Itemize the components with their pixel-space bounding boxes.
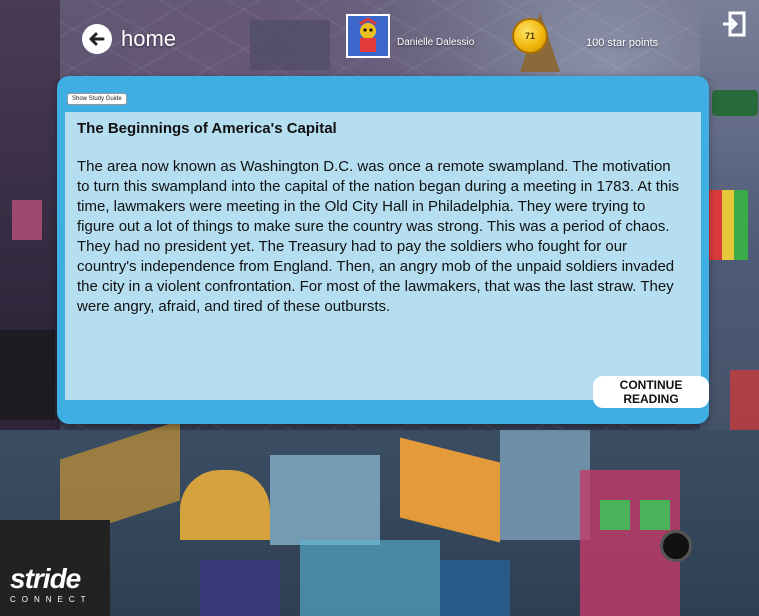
logout-icon bbox=[723, 11, 746, 37]
home-label: home bbox=[121, 26, 177, 51]
user-name: Danielle Dalessio bbox=[397, 37, 475, 48]
show-study-guide-button[interactable]: Show Study Guide bbox=[67, 93, 127, 105]
continue-reading-button[interactable]: CONTINUE READING bbox=[593, 376, 709, 408]
avatar-character bbox=[348, 16, 388, 56]
coin-badge: 71 bbox=[512, 18, 548, 54]
star-points: 100 star points bbox=[586, 37, 659, 49]
article-text-box: The Beginnings of America's Capital The … bbox=[65, 112, 701, 400]
back-arrow-icon bbox=[82, 24, 112, 54]
article-body: The area now known as Washington D.C. wa… bbox=[77, 158, 680, 315]
avatar[interactable] bbox=[346, 14, 390, 58]
article-title: The Beginnings of America's Capital bbox=[77, 120, 337, 137]
stride-logo: stride CONNECT bbox=[10, 563, 92, 605]
coin-value: 71 bbox=[524, 31, 535, 41]
reading-panel: Show Study Guide The Beginnings of Ameri… bbox=[57, 76, 709, 424]
logo-word: stride bbox=[10, 563, 81, 594]
logo-sub: CONNECT bbox=[10, 595, 92, 604]
logout-button[interactable] bbox=[720, 10, 748, 38]
home-button[interactable]: home bbox=[82, 24, 176, 54]
